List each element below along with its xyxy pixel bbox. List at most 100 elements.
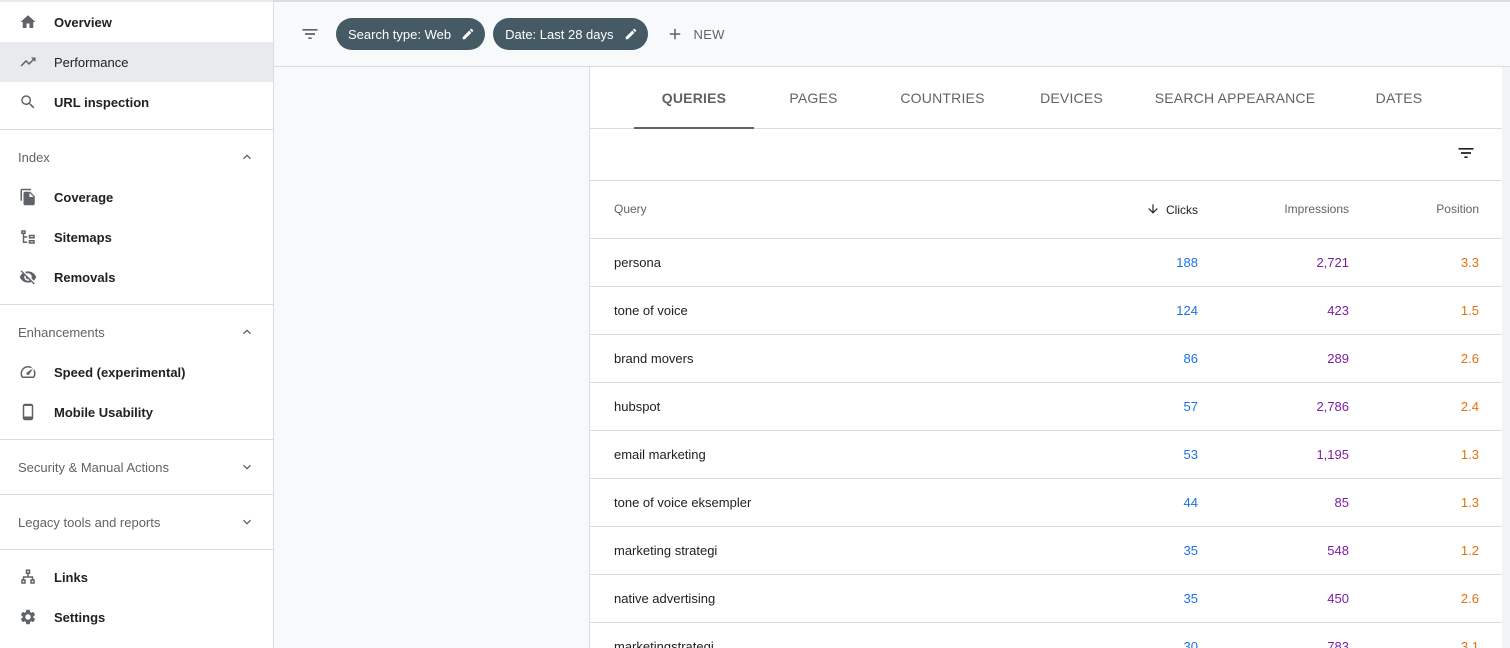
table-filter-icon[interactable] (1454, 141, 1478, 165)
impressions-column-header[interactable]: Impressions (1198, 181, 1349, 239)
clicks-cell: 124 (1070, 286, 1198, 335)
table-row[interactable]: marketingstrategi 30 783 3.1 (590, 622, 1502, 648)
sidebar-item-coverage[interactable]: Coverage (0, 177, 273, 217)
sidebar-divider (0, 549, 273, 550)
impressions-cell: 423 (1198, 286, 1349, 335)
sidebar-item-speed[interactable]: Speed (experimental) (0, 352, 273, 392)
impressions-cell: 548 (1198, 526, 1349, 575)
table-row[interactable]: native advertising 35 450 2.6 (590, 574, 1502, 623)
clicks-column-header[interactable]: Clicks (1070, 181, 1198, 239)
chevron-down-icon (243, 519, 251, 525)
position-cell: 2.4 (1349, 382, 1502, 431)
query-cell: email marketing (590, 430, 1070, 479)
sidebar-item-label: Settings (54, 609, 106, 625)
impressions-cell: 2,786 (1198, 382, 1349, 431)
tab-countries[interactable]: COUNTRIES (873, 67, 1012, 128)
clicks-cell: 86 (1070, 334, 1198, 383)
new-filter-label: NEW (693, 26, 725, 42)
chip-label: Search type: Web (348, 26, 452, 42)
position-cell: 1.3 (1349, 478, 1502, 527)
position-cell: 1.3 (1349, 430, 1502, 479)
sidebar-section-security[interactable]: Security & Manual Actions (0, 447, 273, 487)
query-cell: tone of voice eksempler (590, 478, 1070, 527)
phone-icon (18, 402, 38, 422)
chevron-up-icon (243, 329, 251, 335)
tab-pages[interactable]: PAGES (754, 67, 873, 128)
sidebar-divider (0, 129, 273, 130)
tab-dates[interactable]: DATES (1339, 67, 1459, 128)
tab-devices[interactable]: DEVICES (1012, 67, 1131, 128)
tab-label: SEARCH APPEARANCE (1154, 89, 1316, 106)
home-icon (18, 12, 38, 32)
query-cell: tone of voice (590, 286, 1070, 335)
gear-icon (18, 607, 38, 627)
sidebar-item-links[interactable]: Links (0, 557, 273, 597)
impressions-cell: 450 (1198, 574, 1349, 623)
filter-bar: Search type: Web Date: Last 28 days NEW (274, 0, 1510, 67)
links-icon (18, 567, 38, 587)
query-cell: persona (590, 238, 1070, 287)
sidebar-item-label: URL inspection (54, 94, 150, 110)
sidebar-item-removals[interactable]: Removals (0, 257, 273, 297)
performance-table-card: QUERIES PAGES COUNTRIES DEVICES SEARCH A… (589, 67, 1510, 648)
position-cell: 2.6 (1349, 334, 1502, 383)
section-title: Enhancements (18, 324, 105, 340)
query-cell: native advertising (590, 574, 1070, 623)
eye-off-icon (18, 267, 38, 287)
sidebar-item-url-inspection[interactable]: URL inspection (0, 82, 273, 122)
sidebar-section-enhancements[interactable]: Enhancements (0, 312, 273, 352)
filter-icon[interactable] (298, 22, 322, 46)
table-row[interactable]: tone of voice eksempler 44 85 1.3 (590, 478, 1502, 527)
clicks-cell: 53 (1070, 430, 1198, 479)
impressions-cell: 2,721 (1198, 238, 1349, 287)
impressions-cell: 783 (1198, 622, 1349, 648)
sidebar-item-mobile-usability[interactable]: Mobile Usability (0, 392, 273, 432)
table-row[interactable]: hubspot 57 2,786 2.4 (590, 382, 1502, 431)
position-cell: 1.5 (1349, 286, 1502, 335)
sidebar-divider (0, 494, 273, 495)
query-cell: marketingstrategi (590, 622, 1070, 648)
sidebar-item-label: Coverage (54, 189, 114, 205)
plus-icon (669, 28, 680, 40)
clicks-header-label: Clicks (1166, 202, 1198, 217)
table-row[interactable]: email marketing 53 1,195 1.3 (590, 430, 1502, 479)
sitemap-icon (18, 227, 38, 247)
table-row[interactable]: marketing strategi 35 548 1.2 (590, 526, 1502, 575)
position-column-header[interactable]: Position (1349, 181, 1502, 239)
impressions-cell: 85 (1198, 478, 1349, 527)
table-row[interactable]: persona 188 2,721 3.3 (590, 238, 1502, 287)
chevron-down-icon (243, 464, 251, 470)
search-icon (18, 92, 38, 112)
position-cell: 3.1 (1349, 622, 1502, 648)
clicks-cell: 57 (1070, 382, 1198, 431)
sidebar-item-label: Sitemaps (54, 229, 112, 245)
chip-label: Date: Last 28 days (505, 26, 614, 42)
table-header-row: Query Clicks Impressions Position (590, 181, 1502, 239)
sidebar-item-settings[interactable]: Settings (0, 597, 273, 637)
new-filter-button[interactable]: NEW (666, 25, 725, 43)
tab-label: DATES (1375, 89, 1423, 106)
queries-table: Query Clicks Impressions Position person… (590, 181, 1502, 648)
tab-label: DEVICES (1040, 89, 1103, 106)
query-cell: marketing strategi (590, 526, 1070, 575)
tab-search-appearance[interactable]: SEARCH APPEARANCE (1131, 67, 1339, 128)
table-row[interactable]: tone of voice 124 423 1.5 (590, 286, 1502, 335)
clicks-cell: 35 (1070, 526, 1198, 575)
pencil-icon (625, 28, 636, 40)
date-range-chip[interactable]: Date: Last 28 days (493, 18, 648, 50)
sidebar-section-index[interactable]: Index (0, 137, 273, 177)
sidebar-section-legacy[interactable]: Legacy tools and reports (0, 502, 273, 542)
sidebar-item-overview[interactable]: Overview (0, 2, 273, 42)
tab-queries[interactable]: QUERIES (634, 67, 754, 129)
table-row[interactable]: brand movers 86 289 2.6 (590, 334, 1502, 383)
section-title: Legacy tools and reports (18, 514, 161, 530)
search-type-chip[interactable]: Search type: Web (336, 18, 486, 50)
clicks-cell: 44 (1070, 478, 1198, 527)
sidebar-item-label: Mobile Usability (54, 404, 153, 420)
sidebar-item-label: Performance (54, 54, 129, 70)
sidebar-item-label: Speed (experimental) (54, 364, 186, 380)
sidebar-item-performance[interactable]: Performance (0, 42, 273, 82)
query-column-header[interactable]: Query (590, 181, 1070, 239)
sidebar-item-sitemaps[interactable]: Sitemaps (0, 217, 273, 257)
file-copy-icon (18, 187, 38, 207)
